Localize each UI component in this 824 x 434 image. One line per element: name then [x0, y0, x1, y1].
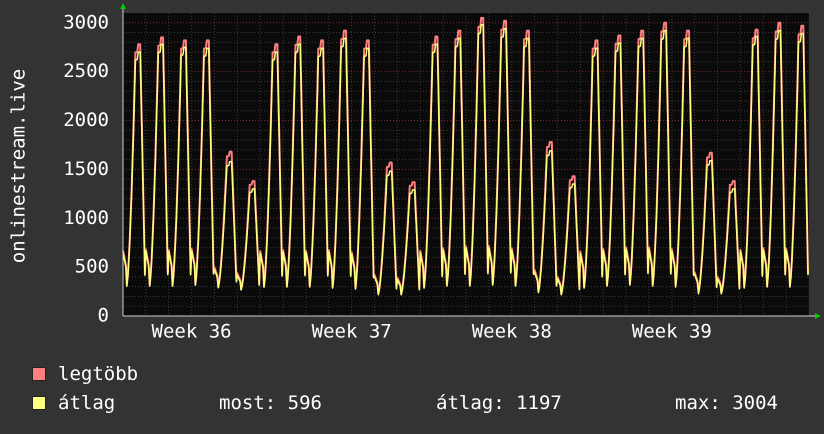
- legend-swatch-avg: [32, 396, 46, 410]
- y-tick-label: 2500: [63, 60, 109, 82]
- x-axis-arrow: [815, 313, 821, 319]
- legend-item-avg: átlag: [32, 392, 115, 414]
- stat-max: max: 3004: [675, 392, 778, 414]
- legend-label-max: legtöbb: [58, 363, 139, 385]
- y-tick-label: 3000: [63, 11, 109, 33]
- x-tick-labels: Week 36 Week 37 Week 38 Week 39: [152, 321, 712, 343]
- stat-average: átlag: 1197: [436, 392, 562, 414]
- legend-label-avg: átlag: [58, 392, 116, 414]
- chart-root: 0 500 1000 1500 2000 2500 3000 Week 36 Week 37 W…: [0, 0, 824, 430]
- y-tick-label: 500: [75, 256, 109, 278]
- y-tick-labels: 0 500 1000 1500 2000 2500 3000: [63, 11, 109, 326]
- x-tick-label: Week 38: [472, 321, 552, 343]
- x-tick-label: Week 37: [312, 321, 392, 343]
- y-tick-label: 2000: [63, 109, 109, 131]
- y-tick-label: 0: [98, 305, 109, 327]
- x-tick-label: Week 36: [152, 321, 232, 343]
- y-tick-label: 1500: [63, 158, 109, 180]
- x-tick-label: Week 39: [632, 321, 712, 343]
- y-axis-arrow: [120, 3, 126, 9]
- y-tick-label: 1000: [63, 207, 109, 229]
- legend-item-max: legtöbb: [32, 363, 138, 385]
- legend-swatch-max: [32, 367, 46, 381]
- stat-now: most: 596: [219, 392, 322, 414]
- y-axis-label: onlinestream.live: [8, 69, 30, 263]
